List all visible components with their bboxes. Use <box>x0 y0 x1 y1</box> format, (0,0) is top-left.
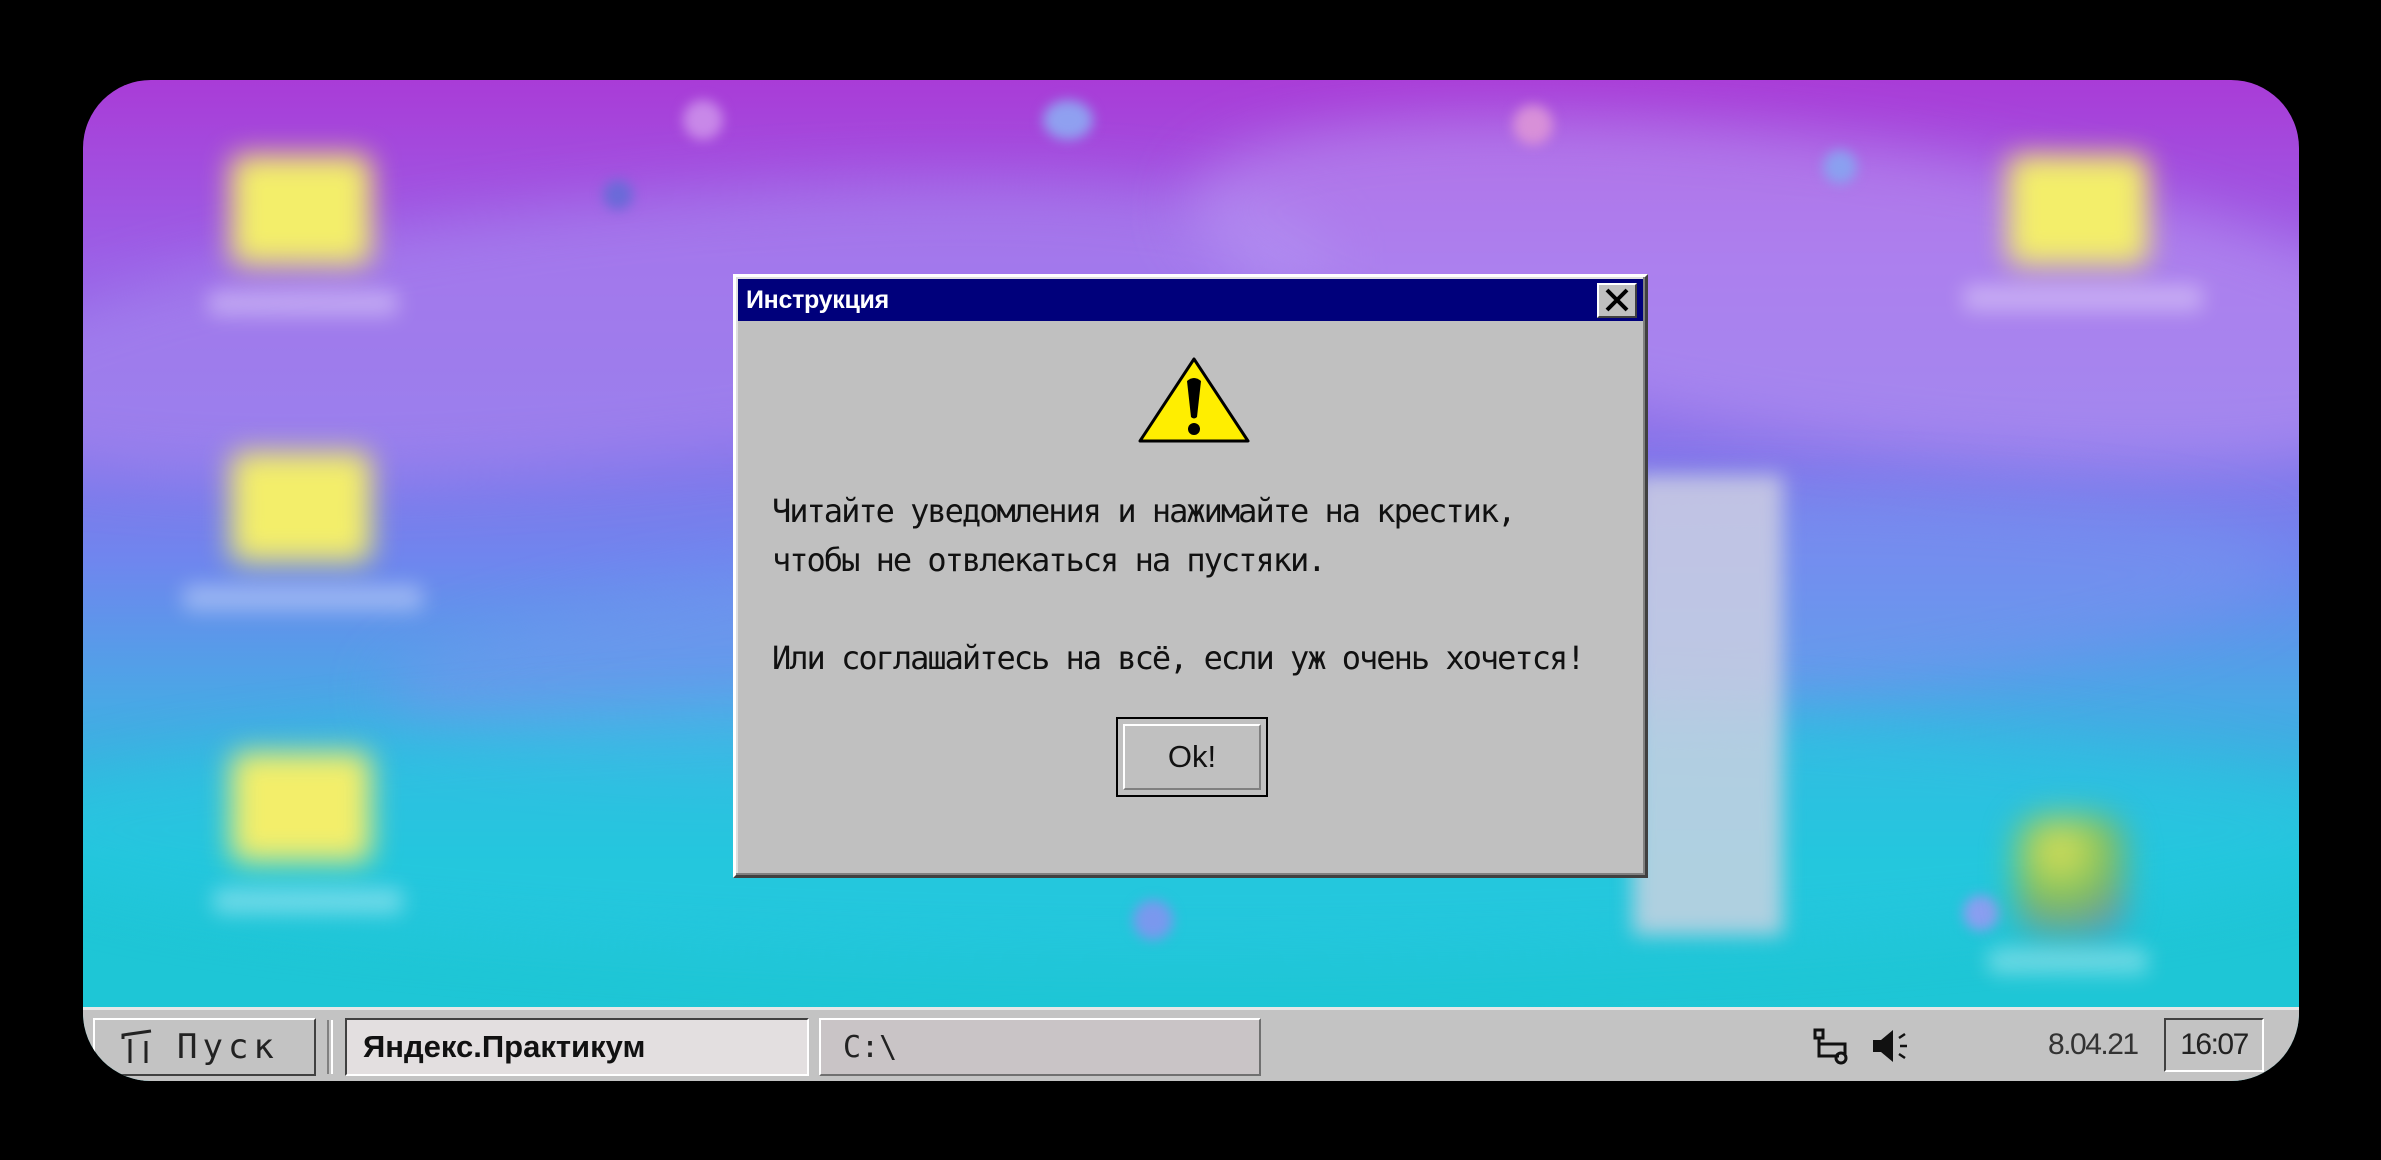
folder-icon[interactable] <box>2008 155 2148 265</box>
dialog-titlebar[interactable]: Инструкция <box>738 279 1643 321</box>
taskbar-clock[interactable]: 16:07 <box>2164 1018 2264 1072</box>
start-icon <box>121 1029 152 1063</box>
start-button[interactable]: Пуск <box>93 1018 316 1076</box>
start-label: Пуск <box>177 1027 279 1067</box>
wallpaper-dot <box>1963 895 1999 931</box>
dialog-message: Читайте уведомления и нажимайте на крест… <box>772 487 1632 683</box>
ok-button[interactable]: Ok! <box>1116 717 1268 797</box>
folder-icon[interactable] <box>231 155 371 265</box>
taskbar-date: 8.04.21 <box>2048 1028 2139 1061</box>
message-line: чтобы не отвлекаться на пустяки. <box>772 541 1327 579</box>
network-icon[interactable] <box>1811 1026 1851 1066</box>
wallpaper-dot <box>603 180 633 210</box>
message-line: Или соглашайтесь на всё, если уж очень х… <box>772 639 1585 677</box>
folder-label <box>1963 285 2203 311</box>
folder-icon[interactable] <box>231 752 371 862</box>
wallpaper-dot <box>1043 100 1093 140</box>
message-line: Читайте уведомления и нажимайте на крест… <box>772 492 1516 530</box>
folder-label <box>208 290 398 316</box>
folder-label <box>213 888 403 914</box>
volume-icon[interactable] <box>1869 1026 1909 1066</box>
folder-icon[interactable] <box>231 452 371 562</box>
close-button[interactable] <box>1597 282 1637 318</box>
close-icon <box>1605 288 1629 312</box>
wallpaper-dot <box>1823 150 1857 184</box>
background-window <box>1633 475 1783 935</box>
desktop: Инструкция Читайте уведомления и нажимай… <box>83 80 2299 1081</box>
recycle-bin-label <box>1988 948 2148 974</box>
wallpaper-dot <box>683 100 723 140</box>
recycle-bin-icon[interactable] <box>2016 815 2126 935</box>
ok-button-label: Ok! <box>1123 724 1261 790</box>
taskbar: Пуск Яндекс.Практикум C:\ 8.04.21 16:07 <box>83 1007 2299 1081</box>
warning-icon <box>1138 357 1250 443</box>
taskbar-item-yandex-practicum[interactable]: Яндекс.Практикум <box>345 1018 809 1076</box>
taskbar-separator <box>327 1020 333 1074</box>
taskbar-item-drive-c[interactable]: C:\ <box>819 1018 1261 1076</box>
folder-label <box>183 585 423 611</box>
wallpaper-dot <box>1513 105 1553 145</box>
dialog-title: Инструкция <box>746 285 889 314</box>
wallpaper-dot <box>1133 900 1173 940</box>
instruction-dialog: Инструкция Читайте уведомления и нажимай… <box>733 274 1648 878</box>
